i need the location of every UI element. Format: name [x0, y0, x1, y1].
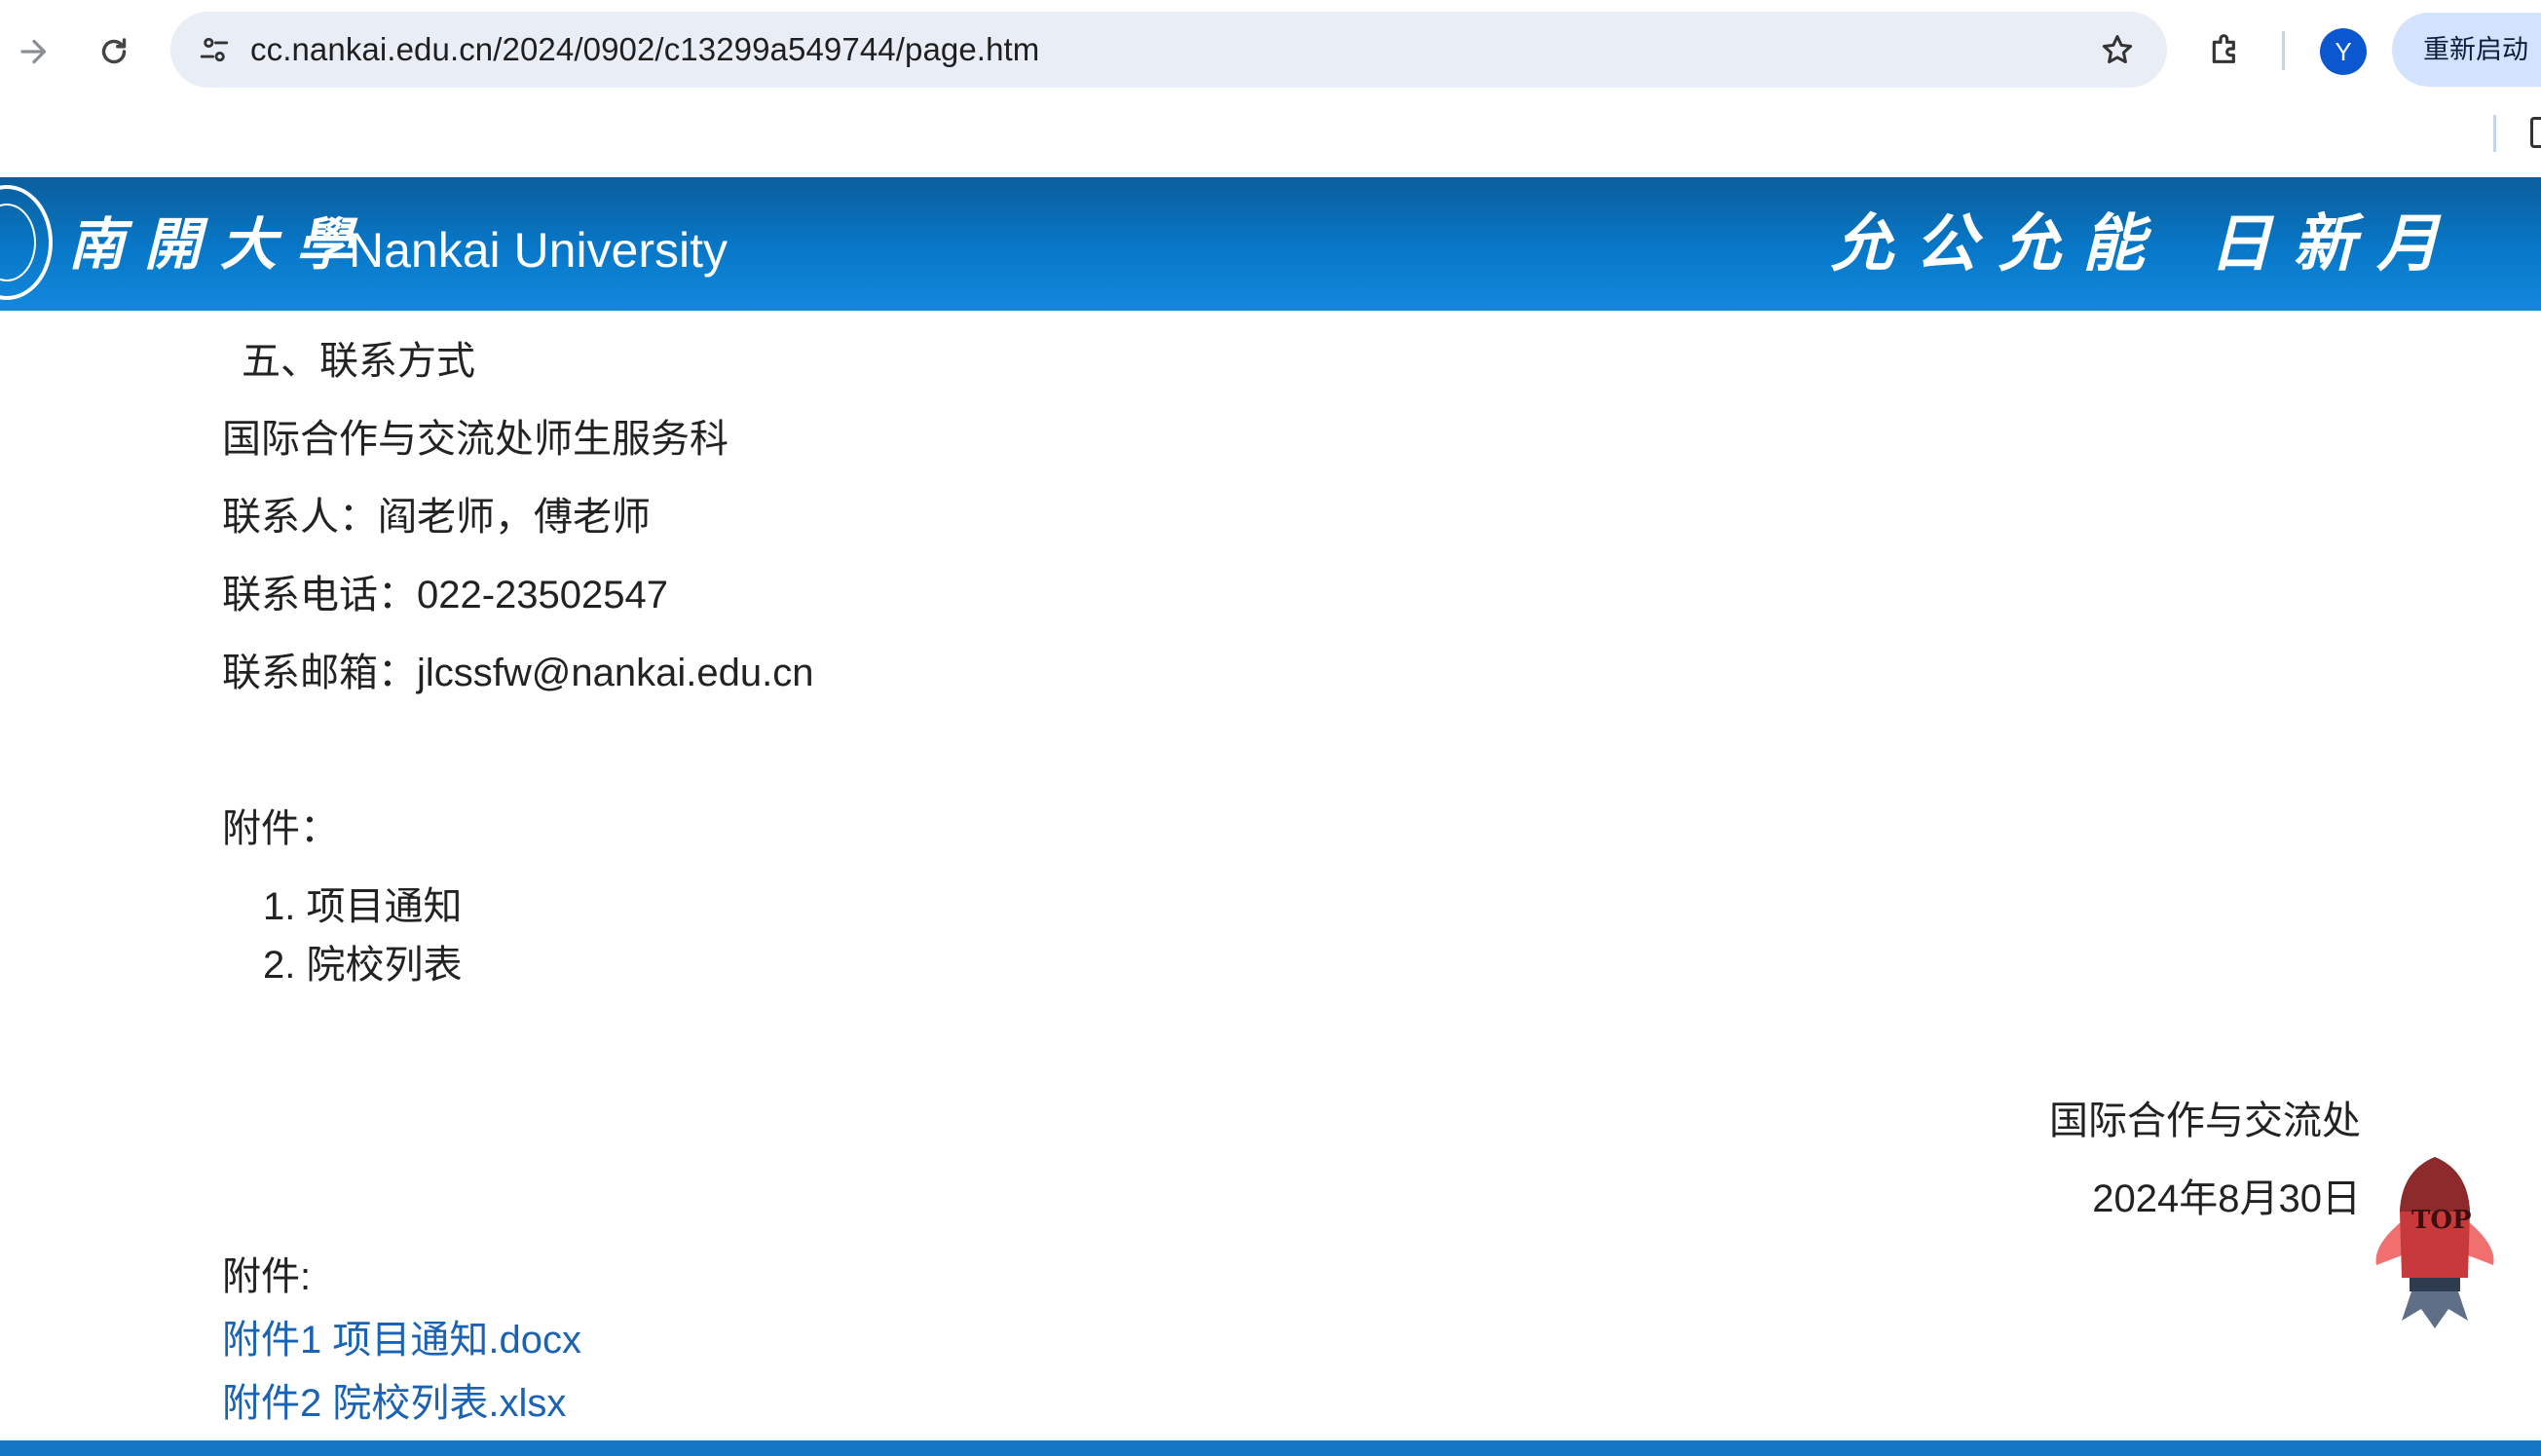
arrow-right-icon [20, 39, 47, 64]
contact-email: 联系邮箱：jlcssfw@nankai.edu.cn [222, 652, 814, 694]
reload-button[interactable] [82, 19, 146, 84]
extensions-button[interactable] [2196, 19, 2255, 78]
profile-avatar[interactable]: Y [2320, 28, 2367, 75]
rocket-icon [2375, 1157, 2494, 1328]
reload-icon [101, 38, 127, 64]
contact-phone: 联系电话：022-23502547 [222, 574, 669, 616]
tune-icon [200, 37, 229, 62]
bookmarks-separator [2493, 115, 2496, 152]
list-item: 1. 项目通知 [263, 885, 463, 928]
attachment-link-1[interactable]: 附件1 项目通知.docx [222, 1311, 581, 1369]
back-to-top-button[interactable]: TOP [2373, 1153, 2497, 1328]
contact-office: 国际合作与交流处师生服务科 [222, 418, 729, 461]
star-icon [2102, 35, 2133, 64]
article-body: 五、联系方式 国际合作与交流处师生服务科 联系人：阎老师，傅老师 联系电话：02… [0, 311, 2541, 1440]
seal-inner-ring [0, 204, 36, 281]
attachment-link-2[interactable]: 附件2 院校列表.xlsx [222, 1374, 566, 1433]
back-to-top-label: TOP [2411, 1206, 2472, 1235]
university-seal-logo[interactable] [0, 185, 53, 300]
site-banner: 南開大學 Nankai University 允公允能 日新月 [0, 177, 2541, 311]
forward-button[interactable] [2, 19, 66, 84]
puzzle-icon [2212, 34, 2235, 63]
footer-bar [0, 1440, 2541, 1456]
bookmark-folder-icon[interactable] [2530, 117, 2541, 148]
university-motto: 允公允能 日新月 [1831, 207, 2461, 280]
signature-date: 2024年8月30日 [2092, 1177, 2361, 1220]
list-item: 2. 院校列表 [263, 944, 463, 987]
address-bar[interactable]: cc.nankai.edu.cn/2024/0902/c13299a549744… [170, 12, 2167, 88]
site-info-button[interactable] [190, 25, 239, 74]
attachments-label: 附件： [222, 807, 339, 850]
attachment-list: 1. 项目通知 2. 院校列表 [263, 877, 462, 994]
signature-organization: 国际合作与交流处 [2049, 1100, 2361, 1142]
logo-chinese-text[interactable]: 南開大學 [68, 201, 372, 288]
url-text[interactable]: cc.nankai.edu.cn/2024/0902/c13299a549744… [250, 12, 1039, 88]
contact-person: 联系人：阎老师，傅老师 [222, 496, 651, 539]
relaunch-button[interactable]: 重新启动 [2392, 13, 2541, 87]
browser-chrome: cc.nankai.edu.cn/2024/0902/c13299a549744… [0, 0, 2541, 177]
logo-english-text[interactable]: Nankai University [349, 216, 728, 284]
bookmark-star-button[interactable] [2093, 25, 2142, 74]
file-attachments-label: 附件: [222, 1255, 312, 1298]
toolbar-separator [2282, 31, 2285, 70]
section-heading: 五、联系方式 [242, 340, 475, 383]
